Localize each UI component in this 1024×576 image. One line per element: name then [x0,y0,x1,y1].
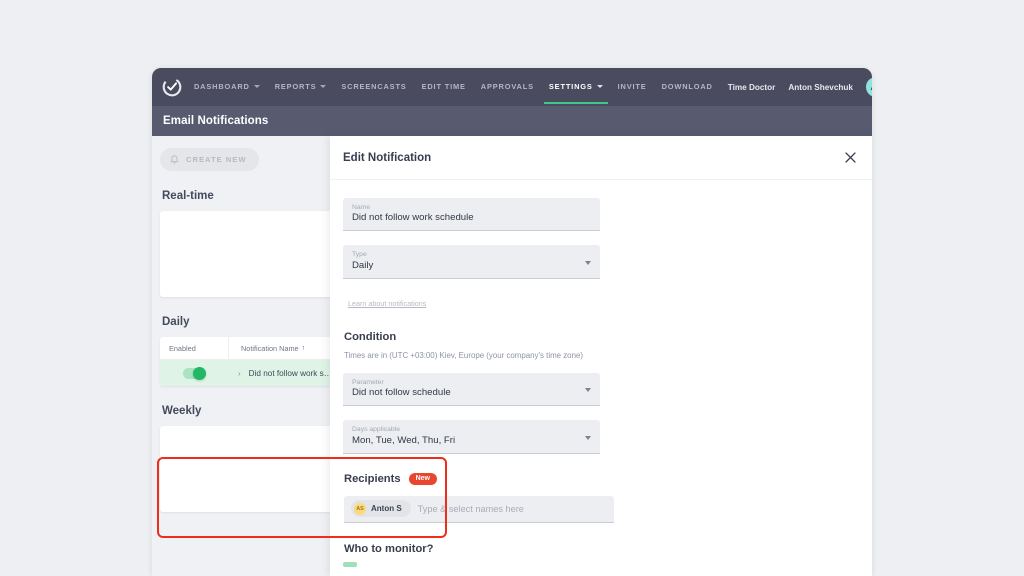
sort-ascending-icon: ↑ [302,345,306,352]
chevron-down-icon [254,85,260,88]
create-new-label: CREATE NEW [186,155,246,164]
nav-item-edit-time[interactable]: EDIT TIME [422,70,466,104]
notification-name-label: Did not follow work s… [249,369,332,378]
nav-item-invite[interactable]: INVITE [618,70,647,104]
recipient-chip[interactable]: AS Anton S [351,500,411,517]
name-field-value: Did not follow work schedule [352,212,591,224]
nav-item-label: SCREENCASTS [341,82,406,91]
chevron-down-icon [597,85,603,88]
name-field[interactable]: Name Did not follow work schedule [343,198,600,231]
nav-item-label: EDIT TIME [422,82,466,91]
days-applicable-select[interactable]: Days applicable Mon, Tue, Wed, Thu, Fri [343,420,600,453]
days-applicable-label: Days applicable [352,426,591,433]
parameter-select-value: Did not follow schedule [352,387,591,399]
name-field-label: Name [352,204,591,211]
chevron-down-icon [320,85,326,88]
enabled-toggle[interactable] [183,368,206,379]
nav-item-settings[interactable]: SETTINGS [549,70,603,104]
recipients-section: Recipients New AS Anton S Type & select … [343,473,859,523]
chevron-right-icon[interactable]: › [238,369,241,378]
parameter-select-label: Parameter [352,379,591,386]
column-header-label: Notification Name [241,344,299,353]
avatar[interactable]: AS [866,77,872,97]
create-new-button[interactable]: CREATE NEW [160,148,259,171]
nav-item-label: SETTINGS [549,82,593,91]
who-to-monitor-heading: Who to monitor? [343,543,859,555]
timezone-note: Times are in (UTC +03:00) Kiev, Europe (… [344,351,859,360]
recipients-header: Recipients New [344,473,859,485]
drawer-header: Edit Notification [330,136,872,180]
nav-item-label: REPORTS [275,82,317,91]
enabled-cell [160,368,228,379]
nav-item-label: APPROVALS [481,82,534,91]
nav-item-dashboard[interactable]: DASHBOARD [194,70,260,104]
parameter-select[interactable]: Parameter Did not follow schedule [343,373,600,406]
nav-right-cluster: Time Doctor Anton Shevchuk AS [728,77,872,97]
chevron-down-icon [585,388,591,392]
nav-item-label: INVITE [618,82,647,91]
page-title: Email Notifications [163,115,268,127]
app-body: CREATE NEW Real-time Daily Enabled Notif… [152,136,872,576]
column-header-enabled[interactable]: Enabled [160,344,228,353]
bell-icon [170,155,179,165]
avatar: AS [354,503,366,515]
nav-item-screencasts[interactable]: SCREENCASTS [341,70,406,104]
type-select-label: Type [352,251,591,258]
edit-notification-drawer: Edit Notification Name Did not follow wo… [330,136,872,576]
chevron-down-icon [585,261,591,265]
recipient-name: Anton S [371,504,402,513]
company-name[interactable]: Time Doctor [728,83,776,92]
nav-item-approvals[interactable]: APPROVALS [481,70,534,104]
chevron-down-icon [585,436,591,440]
recipients-heading: Recipients [344,473,401,485]
type-select-value: Daily [352,260,591,272]
user-name[interactable]: Anton Shevchuk [788,83,853,92]
type-select[interactable]: Type Daily [343,245,600,278]
nav-item-download[interactable]: DOWNLOAD [662,70,713,104]
page-title-band: Email Notifications [152,106,872,136]
new-badge: New [409,473,437,485]
recipients-placeholder: Type & select names here [418,504,524,514]
close-icon[interactable] [845,152,856,163]
nav-item-label: DASHBOARD [194,82,250,91]
top-navigation-bar: DASHBOARD REPORTS SCREENCASTS EDIT TIME … [152,68,872,106]
time-doctor-clock-check-icon[interactable] [162,77,182,97]
drawer-title: Edit Notification [343,152,431,164]
learn-about-notifications-link[interactable]: Learn about notifications [348,299,426,308]
who-to-monitor-partial-control [343,562,357,567]
nav-item-label: DOWNLOAD [662,82,713,91]
nav-item-reports[interactable]: REPORTS [275,70,327,104]
drawer-content: Name Did not follow work schedule Type D… [330,180,872,567]
days-applicable-value: Mon, Tue, Wed, Thu, Fri [352,435,591,447]
condition-heading: Condition [344,331,859,343]
app-window: DASHBOARD REPORTS SCREENCASTS EDIT TIME … [152,68,872,576]
recipients-input[interactable]: AS Anton S Type & select names here [344,496,614,523]
